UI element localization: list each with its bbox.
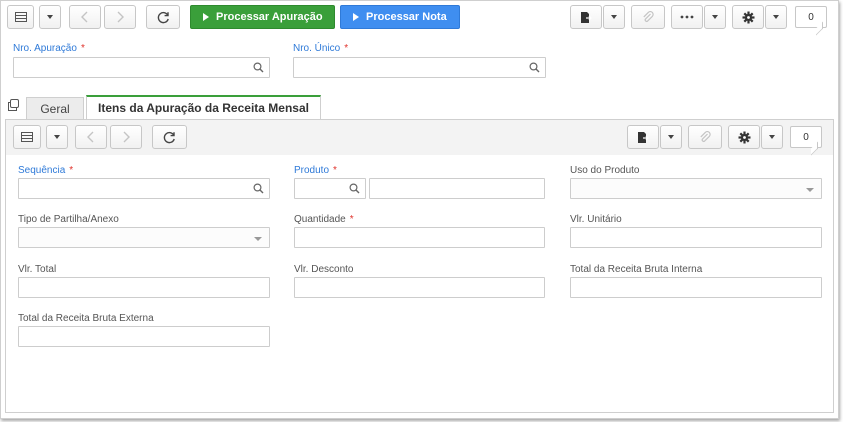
previous-button[interactable] [69, 5, 101, 29]
window-frame: Processar Apuração Processar Nota 0 Nro.… [0, 0, 839, 419]
export-button[interactable] [570, 5, 602, 29]
play-icon [203, 13, 209, 21]
required-mark: * [80, 43, 85, 54]
chevron-down-icon [806, 188, 814, 192]
grid-icon [14, 12, 27, 22]
process-apuracao-button[interactable]: Processar Apuração [190, 5, 335, 29]
export-file-icon [581, 11, 592, 23]
produto-label: Produto * [294, 165, 337, 176]
receita-interna-field[interactable] [570, 277, 822, 298]
attachment-button[interactable] [631, 5, 665, 29]
attachment-button[interactable] [688, 125, 722, 149]
items-record-counter: 0 [790, 126, 822, 148]
view-dropdown-button[interactable] [39, 5, 61, 29]
more-dropdown-button[interactable] [704, 5, 726, 29]
vlr-unitario-label: Vlr. Unitário [570, 214, 622, 225]
settings-button[interactable] [728, 125, 760, 149]
settings-button[interactable] [732, 5, 764, 29]
refresh-button[interactable] [152, 125, 187, 149]
required-mark: * [69, 165, 74, 176]
chevron-right-icon [117, 11, 124, 23]
chevron-left-icon [87, 131, 94, 143]
export-dropdown-button[interactable] [603, 5, 625, 29]
export-dropdown-button[interactable] [660, 125, 682, 149]
refresh-button[interactable] [146, 5, 180, 29]
chevron-down-icon [54, 135, 60, 139]
vlr-total-field[interactable] [18, 277, 270, 298]
nro-apuracao-text: Nro. Apuração [13, 43, 77, 54]
vlr-desconto-label: Vlr. Desconto [294, 264, 354, 275]
export-file-icon [638, 131, 649, 143]
search-icon[interactable] [253, 62, 264, 73]
previous-button[interactable] [75, 125, 107, 149]
search-icon[interactable] [253, 183, 264, 194]
chevron-down-icon [47, 15, 53, 19]
sequencia-text: Sequência [18, 165, 66, 176]
nro-apuracao-field[interactable] [13, 57, 270, 78]
more-actions-button[interactable] [671, 5, 703, 29]
process-apuracao-label: Processar Apuração [216, 11, 323, 23]
refresh-icon [163, 131, 175, 143]
tipo-partilha-select[interactable] [18, 227, 270, 248]
nro-unico-label: Nro. Único * [293, 43, 348, 54]
play-icon [353, 13, 359, 21]
required-mark: * [349, 214, 354, 225]
sequencia-label: Sequência * [18, 165, 73, 176]
settings-dropdown-button[interactable] [761, 125, 783, 149]
export-button[interactable] [627, 125, 659, 149]
paperclip-icon [700, 130, 711, 142]
process-nota-label: Processar Nota [366, 11, 447, 23]
refresh-icon [157, 11, 169, 23]
chevron-down-icon [769, 135, 775, 139]
quantidade-field[interactable] [294, 227, 545, 248]
items-panel: 0 Sequência * Produto * Uso do Produto Tip… [5, 119, 834, 413]
process-nota-button[interactable]: Processar Nota [340, 5, 460, 29]
chevron-down-icon [611, 15, 617, 19]
grid-view-button[interactable] [13, 125, 41, 149]
vlr-unitario-field[interactable] [570, 227, 822, 248]
produto-text: Produto [294, 165, 330, 176]
chevron-down-icon [254, 237, 262, 241]
chevron-down-icon [668, 135, 674, 139]
search-icon[interactable] [349, 183, 360, 194]
quantidade-text: Quantidade [294, 214, 346, 225]
chevron-right-icon [123, 131, 130, 143]
uso-produto-label: Uso do Produto [570, 165, 640, 176]
record-counter: 0 [795, 6, 827, 28]
gear-icon [738, 131, 750, 143]
chevron-left-icon [81, 11, 88, 23]
vlr-total-label: Vlr. Total [18, 264, 57, 275]
required-mark: * [333, 165, 337, 176]
gear-icon [742, 11, 754, 23]
tab-geral[interactable]: Geral [26, 97, 84, 120]
vlr-desconto-field[interactable] [294, 277, 545, 298]
paperclip-icon [643, 10, 654, 22]
tab-itens-apuracao[interactable]: Itens da Apuração da Receita Mensal [86, 95, 321, 120]
quantidade-label: Quantidade * [294, 214, 354, 225]
produto-description-field[interactable] [369, 178, 545, 199]
uso-produto-select[interactable] [570, 178, 822, 199]
produto-code-field[interactable] [294, 178, 366, 199]
sequencia-field[interactable] [18, 178, 270, 199]
grid-icon [21, 132, 33, 142]
settings-dropdown-button[interactable] [765, 5, 787, 29]
nro-apuracao-label: Nro. Apuração * [13, 43, 85, 54]
more-icon [680, 15, 694, 19]
receita-interna-label: Total da Receita Bruta Interna [570, 264, 703, 275]
tipo-partilha-label: Tipo de Partilha/Anexo [18, 214, 119, 225]
search-icon[interactable] [529, 62, 540, 73]
next-button[interactable] [110, 125, 142, 149]
grid-view-button[interactable] [7, 5, 34, 29]
nro-unico-text: Nro. Único [293, 43, 341, 54]
required-mark: * [344, 43, 349, 54]
receita-externa-field[interactable] [18, 326, 270, 347]
copy-icon[interactable] [7, 99, 20, 112]
next-button[interactable] [104, 5, 136, 29]
receita-externa-label: Total da Receita Bruta Externa [18, 313, 154, 324]
nro-unico-field[interactable] [293, 57, 546, 78]
view-dropdown-button[interactable] [46, 125, 68, 149]
chevron-down-icon [712, 15, 718, 19]
chevron-down-icon [773, 15, 779, 19]
